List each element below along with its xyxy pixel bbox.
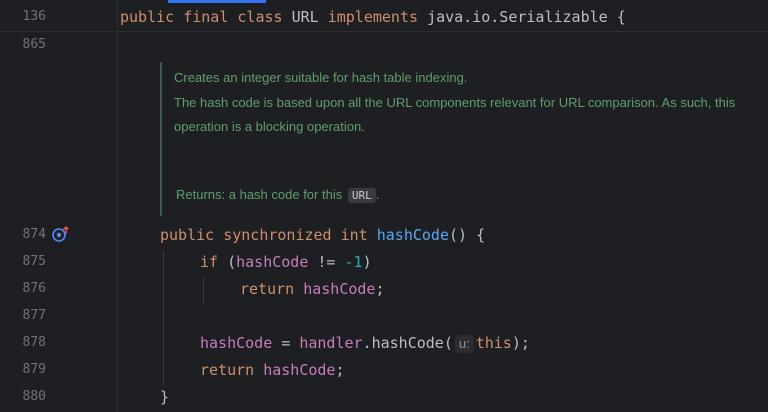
line-number: 875: [22, 254, 46, 269]
line-number: 136: [22, 9, 46, 24]
overrides-method-icon[interactable]: [51, 225, 71, 243]
sticky-class-header[interactable]: public final class URL implements java.i…: [120, 7, 626, 27]
code-line-878[interactable]: hashCode = handler.hashCode(u: this);: [200, 333, 530, 353]
class-name: URL: [291, 8, 319, 26]
line-number: 880: [22, 389, 46, 404]
indent-guide: [203, 278, 204, 304]
code-line-875[interactable]: if (hashCode != -1): [200, 252, 372, 272]
line-number: 874: [22, 227, 46, 242]
punctuation: () {: [449, 226, 486, 244]
keyword: if: [200, 253, 219, 271]
punctuation: ;: [335, 361, 345, 379]
field-ref: handler: [299, 334, 363, 352]
keyword: implements: [327, 8, 419, 26]
keyword: return: [200, 361, 255, 379]
parameter-hint: u:: [454, 335, 474, 353]
punctuation: ): [362, 253, 372, 271]
line-number: 876: [22, 281, 46, 296]
brace: {: [616, 8, 626, 26]
punctuation: ;: [375, 280, 385, 298]
returns-text: Returns: a hash code for this: [176, 187, 343, 202]
brace: }: [160, 388, 170, 406]
code-editor[interactable]: 136 public final class URL implements ja…: [0, 0, 768, 412]
operator: =: [272, 334, 300, 352]
line-number: 879: [22, 362, 46, 377]
javadoc-detail-line: operation is a blocking operation.: [174, 119, 365, 134]
code-line-880[interactable]: }: [160, 387, 169, 407]
gutter-divider: [117, 0, 118, 412]
interface-name: java.io.Serializable: [427, 8, 608, 26]
keyword: public: [120, 8, 175, 26]
keyword: class: [237, 8, 283, 26]
line-number: 877: [22, 308, 46, 323]
rendered-javadoc[interactable]: Creates an integer suitable for hash tab…: [160, 62, 768, 216]
sticky-header-divider: [0, 31, 768, 32]
keyword: int: [340, 226, 368, 244]
keyword: return: [240, 280, 295, 298]
punctuation: );: [511, 334, 530, 352]
operator: !=: [308, 253, 345, 271]
indent-guide: [163, 250, 164, 385]
keyword: public: [160, 226, 215, 244]
keyword: final: [183, 8, 229, 26]
javadoc-detail-line: The hash code is based upon all the URL …: [174, 95, 736, 110]
method-call: .hashCode(: [362, 334, 453, 352]
code-line-874[interactable]: public synchronized int hashCode() {: [160, 225, 485, 245]
line-number: 865: [22, 37, 46, 52]
returns-suffix: .: [375, 187, 380, 202]
punctuation: (: [218, 253, 237, 271]
active-tab-indicator: [168, 0, 266, 3]
keyword: this: [475, 334, 512, 352]
keyword: synchronized: [223, 226, 332, 244]
code-line-876[interactable]: return hashCode;: [240, 279, 385, 299]
field-ref: hashCode: [303, 280, 376, 298]
number-literal: -1: [344, 253, 363, 271]
javadoc-summary: Creates an integer suitable for hash tab…: [174, 70, 468, 85]
field-ref: hashCode: [236, 253, 309, 271]
code-line-879[interactable]: return hashCode;: [200, 360, 345, 380]
line-number: 878: [22, 335, 46, 350]
inline-code: URL: [347, 188, 376, 203]
field-ref: hashCode: [200, 334, 273, 352]
method-name: hashCode: [376, 226, 449, 244]
field-ref: hashCode: [263, 361, 336, 379]
javadoc-returns: Returns: a hash code for this URL.: [176, 187, 379, 203]
